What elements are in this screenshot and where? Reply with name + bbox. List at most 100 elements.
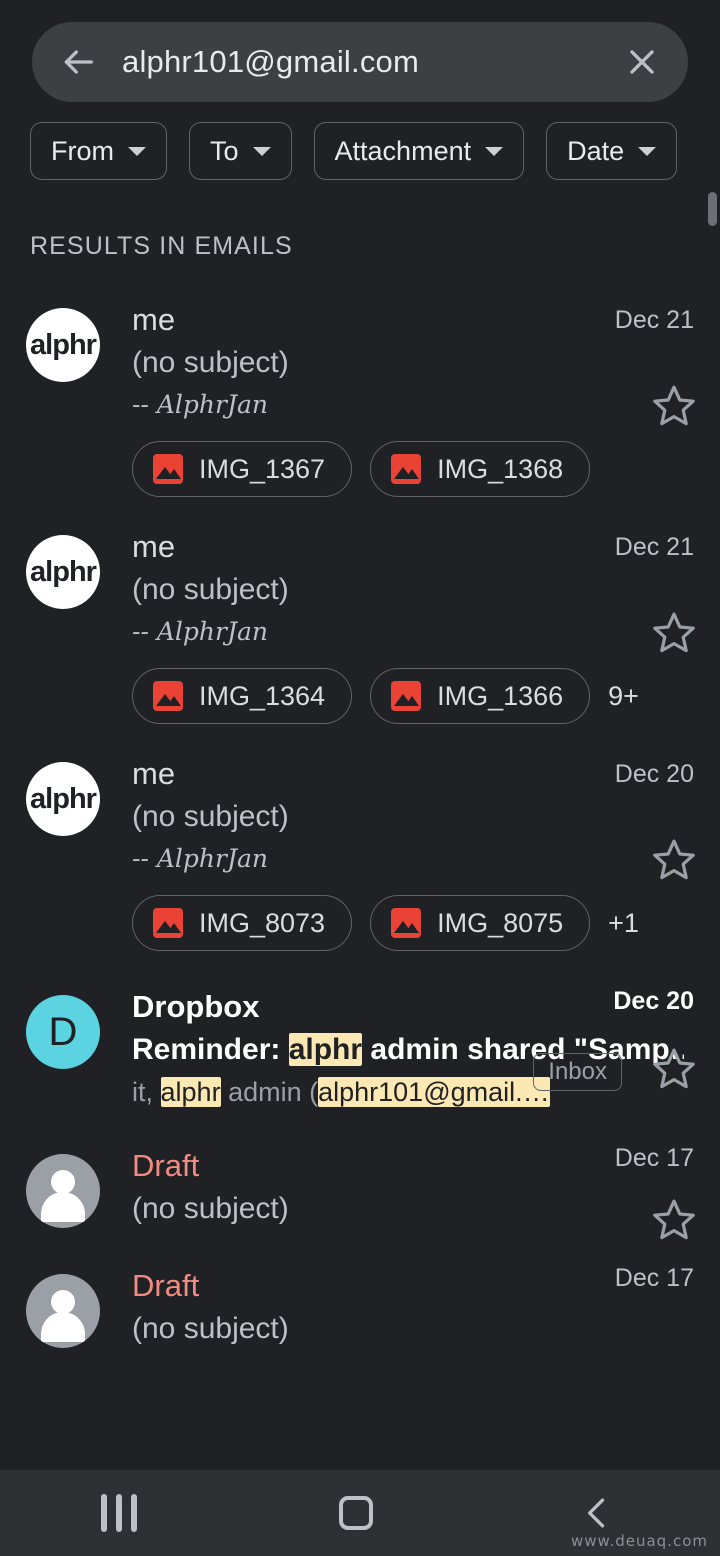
attachment-chip[interactable]: IMG_1367 (132, 441, 353, 497)
image-icon (391, 681, 422, 711)
table-row[interactable]: Draft (no subject) Dec 17 (0, 1124, 720, 1244)
image-icon (391, 908, 422, 938)
avatar-label: alphr (30, 328, 97, 361)
chevron-down-icon (485, 146, 504, 156)
email-date: Dec 17 (614, 1264, 694, 1292)
email-body: me (no subject) -- AlphrJan IMG_8073 IMG… (132, 756, 694, 951)
email-snippet: -- AlphrJan (132, 617, 268, 646)
avatar[interactable]: alphr (26, 535, 100, 609)
email-body: me (no subject) -- AlphrJan IMG_1367 IMG… (132, 302, 694, 497)
email-sender: me (132, 756, 176, 791)
recents-icon[interactable] (101, 1494, 137, 1532)
email-meta: Dec 21 (615, 533, 694, 562)
attachment-chip[interactable]: IMG_8073 (132, 895, 353, 951)
back-icon[interactable] (575, 1491, 619, 1535)
table-row[interactable]: Draft (no subject) Dec 17 (0, 1244, 720, 1364)
attachment-chip[interactable]: IMG_1366 (370, 668, 591, 724)
attachment-more-count: +1 (608, 907, 639, 938)
attachment-name: IMG_1364 (199, 680, 326, 711)
filter-chip-attachment[interactable]: Attachment (313, 122, 525, 180)
email-subject: (no subject) (132, 1312, 289, 1345)
filter-chip-date[interactable]: Date (546, 122, 678, 180)
star-icon[interactable] (650, 609, 698, 657)
avatar[interactable] (26, 1154, 100, 1228)
search-input[interactable]: alphr101@gmail.com (122, 44, 622, 80)
arrow-back-icon[interactable] (58, 42, 98, 82)
person-icon (51, 1170, 75, 1194)
attachment-more-count: 9+ (608, 680, 639, 711)
attachment-row: IMG_1364 IMG_1366 9+ (132, 668, 684, 724)
label-chip-inbox[interactable]: Inbox (533, 1053, 622, 1091)
attachment-name: IMG_1366 (437, 680, 564, 711)
text-segment: Reminder: (132, 1033, 289, 1066)
email-meta: Dec 21 (615, 306, 694, 335)
email-meta: Dec 20 (615, 760, 694, 789)
table-row[interactable]: alphr me (no subject) -- AlphrJan IMG_13… (0, 286, 720, 513)
image-icon (153, 454, 183, 484)
filter-chip-from[interactable]: From (30, 122, 167, 180)
attachment-row: IMG_1367 IMG_1368 (132, 441, 684, 497)
attachment-name: IMG_1367 (199, 453, 326, 484)
search-bar[interactable]: alphr101@gmail.com (32, 22, 688, 102)
image-icon (153, 908, 183, 938)
chevron-down-icon (128, 146, 146, 156)
search-highlight: alphr101@gmail.… (318, 1077, 550, 1107)
table-row[interactable]: alphr me (no subject) -- AlphrJan IMG_80… (0, 740, 720, 967)
image-icon (391, 454, 422, 484)
gmail-search-results-screen: alphr101@gmail.com From To Attachment Da… (0, 0, 720, 1556)
star-icon[interactable] (650, 836, 698, 884)
attachment-chip[interactable]: IMG_1364 (132, 668, 353, 724)
attachment-name: IMG_8073 (199, 907, 326, 938)
email-subject: (no subject) (132, 800, 289, 833)
email-body: me (no subject) -- AlphrJan IMG_1364 IMG… (132, 529, 694, 724)
avatar[interactable] (26, 1274, 100, 1348)
table-row[interactable]: alphr me (no subject) -- AlphrJan IMG_13… (0, 513, 720, 740)
avatar-label: alphr (30, 555, 97, 588)
filter-chip-label: From (51, 135, 114, 166)
star-icon[interactable] (650, 382, 698, 430)
avatar[interactable]: D (26, 995, 100, 1069)
text-segment: it, (132, 1077, 161, 1107)
search-highlight: alphr (288, 1033, 363, 1066)
chevron-down-icon (252, 146, 271, 156)
filter-chip-bar: From To Attachment Date (30, 122, 678, 180)
email-subject: (no subject) (132, 573, 289, 606)
email-sender: Dropbox (132, 989, 260, 1024)
avatar-label: alphr (30, 782, 97, 815)
email-sender: Draft (132, 1268, 200, 1303)
scrollbar-thumb[interactable] (708, 192, 717, 226)
email-date: Dec 20 (614, 760, 694, 788)
filter-chip-label: Date (567, 135, 625, 166)
android-nav-bar: www.deuaq.com (0, 1470, 720, 1556)
email-subject: (no subject) (132, 346, 289, 379)
email-subject: (no subject) (132, 1192, 289, 1225)
person-icon-body (41, 1312, 85, 1342)
person-icon (51, 1290, 75, 1314)
email-meta: Dec 17 (615, 1264, 694, 1293)
filter-chip-to[interactable]: To (189, 122, 292, 180)
home-icon[interactable] (339, 1496, 373, 1530)
avatar-label: D (48, 1009, 78, 1054)
avatar[interactable]: alphr (26, 308, 100, 382)
email-sender: Draft (132, 1148, 200, 1183)
email-date: Dec 20 (613, 987, 694, 1015)
email-list: alphr me (no subject) -- AlphrJan IMG_13… (0, 286, 720, 1364)
email-meta: Dec 17 (615, 1144, 694, 1173)
star-icon[interactable] (650, 1045, 698, 1093)
avatar[interactable]: alphr (26, 762, 100, 836)
person-icon-body (41, 1192, 85, 1222)
email-date: Dec 21 (614, 533, 694, 561)
email-sender: me (132, 529, 176, 564)
filter-chip-label: Attachment (334, 135, 472, 166)
attachment-chip[interactable]: IMG_8075 (370, 895, 591, 951)
watermark: www.deuaq.com (571, 1532, 708, 1550)
table-row[interactable]: D Dropbox Reminder: alphr admin shared "… (0, 967, 720, 1124)
attachment-chip[interactable]: IMG_1368 (370, 441, 591, 497)
star-icon[interactable] (650, 1196, 698, 1244)
close-icon[interactable] (622, 42, 662, 82)
text-segment: admin ( (220, 1077, 319, 1107)
email-date: Dec 17 (614, 1144, 694, 1172)
search-highlight: alphr (160, 1077, 221, 1107)
chevron-down-icon (638, 146, 657, 156)
email-meta: Dec 20 (613, 987, 694, 1016)
